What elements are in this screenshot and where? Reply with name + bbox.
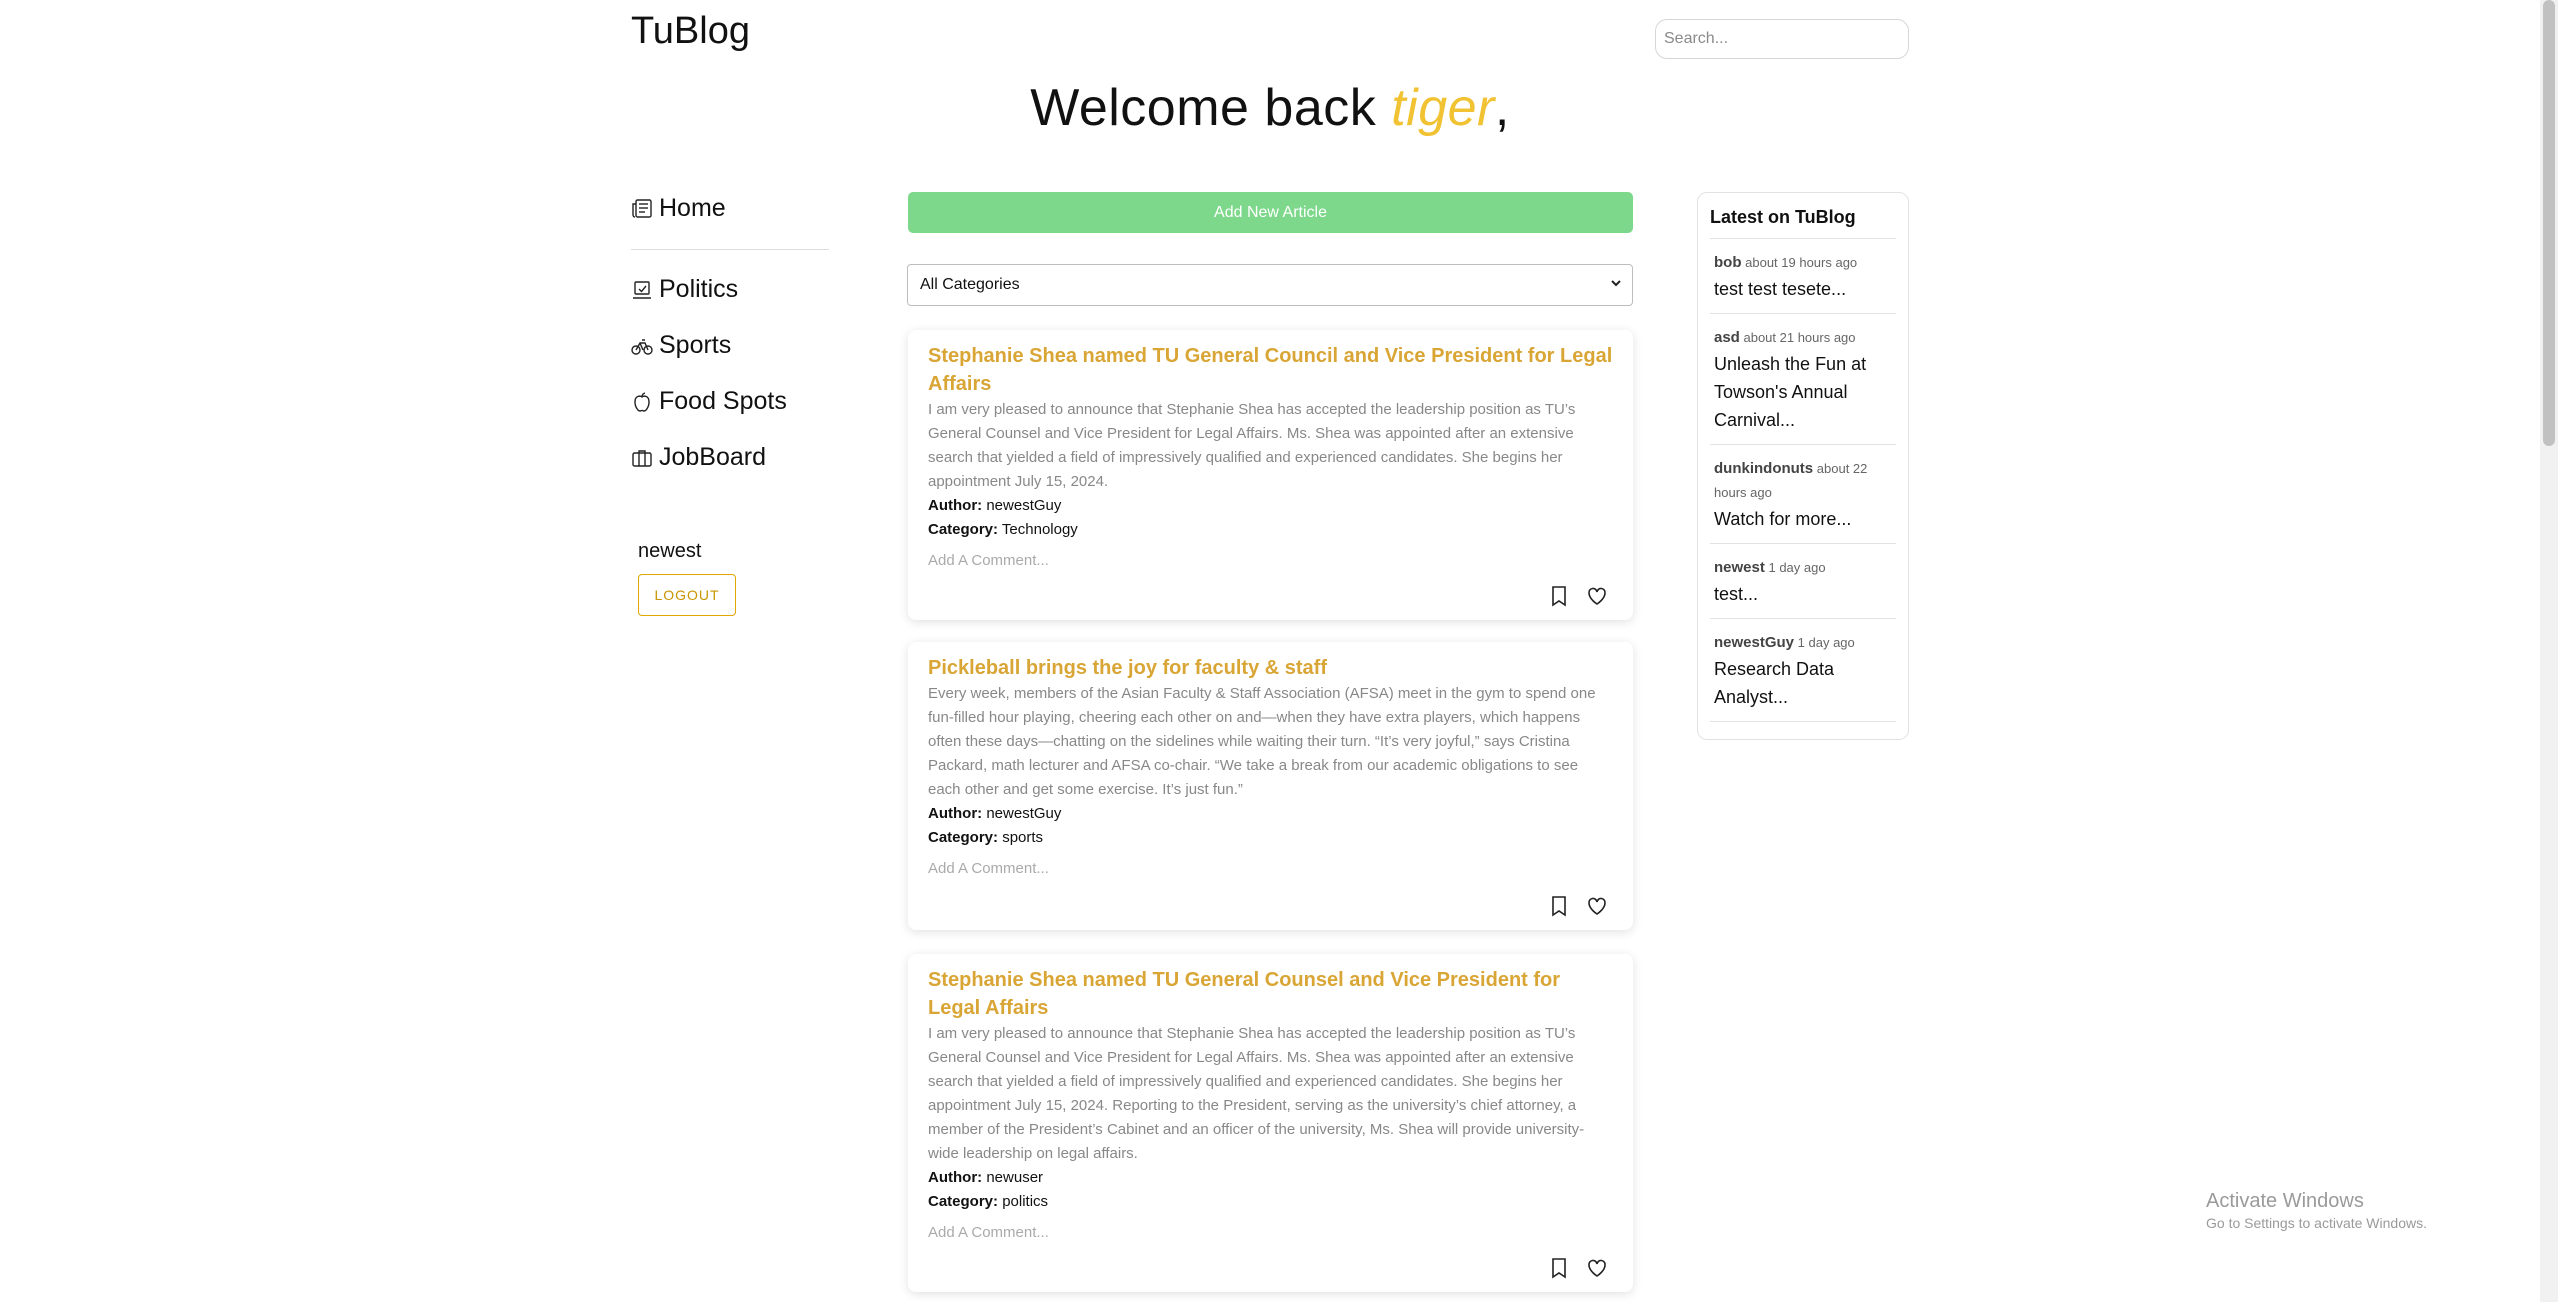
bookmark-icon[interactable] <box>1547 894 1571 918</box>
latest-text: Watch for more... <box>1714 509 1852 529</box>
welcome-suffix: , <box>1494 79 1510 137</box>
current-username: newest <box>638 540 702 562</box>
ballot-icon <box>631 279 653 301</box>
latest-panel: Latest on TuBlog bob about 19 hours ago … <box>1697 192 1909 740</box>
apple-icon <box>631 391 653 413</box>
article-card: Stephanie Shea named TU General Council … <box>908 330 1633 620</box>
category-select-value: All Categories <box>920 276 1020 293</box>
scrollbar-thumb[interactable] <box>2543 0 2555 446</box>
latest-text: Unleash the Fun at Towson's Annual Carni… <box>1714 354 1867 430</box>
latest-time: 1 day ago <box>1797 635 1855 650</box>
author-name: newestGuy <box>986 805 1062 822</box>
article-card: Stephanie Shea named TU General Counsel … <box>908 954 1633 1292</box>
category-label: Category: <box>928 829 999 846</box>
welcome-username: tiger <box>1391 79 1495 137</box>
latest-text: test... <box>1714 584 1759 604</box>
latest-text: Research Data Analyst... <box>1714 659 1835 707</box>
bookmark-icon[interactable] <box>1547 584 1571 608</box>
welcome-heading: Welcome back tiger, <box>0 78 2540 138</box>
author-label: Author: <box>928 805 983 822</box>
article-category: Category: politics <box>928 1190 1613 1214</box>
latest-item[interactable]: dunkindonuts about 22 hours ago Watch fo… <box>1710 445 1896 544</box>
article-title[interactable]: Pickleball brings the joy for faculty & … <box>928 654 1613 682</box>
latest-item[interactable]: newest 1 day ago test... <box>1710 544 1896 619</box>
sidebar-item-label: Home <box>659 194 726 222</box>
search-input[interactable] <box>1655 19 1909 59</box>
latest-user: newestGuy <box>1714 634 1795 651</box>
latest-user: dunkindonuts <box>1714 460 1814 477</box>
author-name: newestGuy <box>986 497 1062 514</box>
article-card: Pickleball brings the joy for faculty & … <box>908 642 1633 930</box>
sidebar-item-politics[interactable]: Politics <box>631 275 738 304</box>
watermark-line-1: Activate Windows <box>2206 1190 2364 1212</box>
author-label: Author: <box>928 1169 983 1186</box>
watermark-line-2: Go to Settings to activate Windows. <box>2206 1215 2427 1231</box>
latest-time: 1 day ago <box>1768 560 1826 575</box>
sidebar-item-food-spots[interactable]: Food Spots <box>631 387 787 416</box>
latest-time: about 19 hours ago <box>1745 255 1858 270</box>
category-label: Category: <box>928 521 999 538</box>
latest-user: bob <box>1714 254 1742 271</box>
sidebar-divider <box>631 249 829 250</box>
latest-user: newest <box>1714 559 1765 576</box>
activate-windows-watermark: Activate Windows Go to Settings to activ… <box>2206 1190 2427 1231</box>
newspaper-icon <box>631 198 653 220</box>
author-label: Author: <box>928 497 983 514</box>
category-name: sports <box>1002 829 1044 846</box>
sidebar-item-jobboard[interactable]: JobBoard <box>631 443 766 472</box>
article-body: I am very pleased to announce that Steph… <box>928 401 1576 490</box>
latest-item[interactable]: newestGuy 1 day ago Research Data Analys… <box>1710 619 1896 722</box>
welcome-prefix: Welcome back <box>1030 79 1392 137</box>
sidebar-item-sports[interactable]: Sports <box>631 331 731 360</box>
bookmark-icon[interactable] <box>1547 1256 1571 1280</box>
comment-input[interactable]: Add A Comment... <box>928 1222 1613 1244</box>
article-title[interactable]: Stephanie Shea named TU General Counsel … <box>928 966 1613 1022</box>
latest-text: test test tesete... <box>1714 279 1847 299</box>
category-name: Technology <box>1001 521 1078 538</box>
author-name: newuser <box>986 1169 1044 1186</box>
bicycle-icon <box>631 335 653 357</box>
sidebar-item-label: Sports <box>659 331 732 359</box>
sidebar-item-label: JobBoard <box>659 443 767 471</box>
comment-input[interactable]: Add A Comment... <box>928 550 1613 572</box>
sidebar-item-label: Politics <box>659 275 739 303</box>
comment-input[interactable]: Add A Comment... <box>928 858 1613 880</box>
heart-icon[interactable] <box>1585 894 1609 918</box>
article-author: Author: newestGuy <box>928 494 1613 518</box>
latest-item[interactable]: bob about 19 hours ago test test tesete.… <box>1710 239 1896 314</box>
add-article-button[interactable]: Add New Article <box>908 192 1633 233</box>
chevron-down-icon <box>1610 276 1622 294</box>
heart-icon[interactable] <box>1585 1256 1609 1280</box>
logout-button[interactable]: LOGOUT <box>638 574 736 616</box>
latest-user: asd <box>1714 329 1740 346</box>
heart-icon[interactable] <box>1585 584 1609 608</box>
category-select[interactable]: All Categories <box>907 264 1633 306</box>
latest-item[interactable]: asd about 21 hours ago Unleash the Fun a… <box>1710 314 1896 445</box>
article-title[interactable]: Stephanie Shea named TU General Council … <box>928 342 1613 398</box>
site-logo[interactable]: TuBlog <box>631 10 750 53</box>
latest-time: about 21 hours ago <box>1743 330 1856 345</box>
sidebar-item-label: Food Spots <box>659 387 787 415</box>
article-body: Every week, members of the Asian Faculty… <box>928 685 1596 798</box>
article-author: Author: newestGuy <box>928 802 1613 826</box>
sidebar-item-home[interactable]: Home <box>631 194 726 223</box>
latest-title: Latest on TuBlog <box>1710 207 1896 239</box>
category-name: politics <box>1002 1193 1049 1210</box>
article-author: Author: newuser <box>928 1166 1613 1190</box>
briefcase-icon <box>631 447 653 469</box>
category-label: Category: <box>928 1193 999 1210</box>
article-body: I am very pleased to announce that Steph… <box>928 1025 1585 1162</box>
article-category: Category: sports <box>928 826 1613 850</box>
article-category: Category: Technology <box>928 518 1613 542</box>
